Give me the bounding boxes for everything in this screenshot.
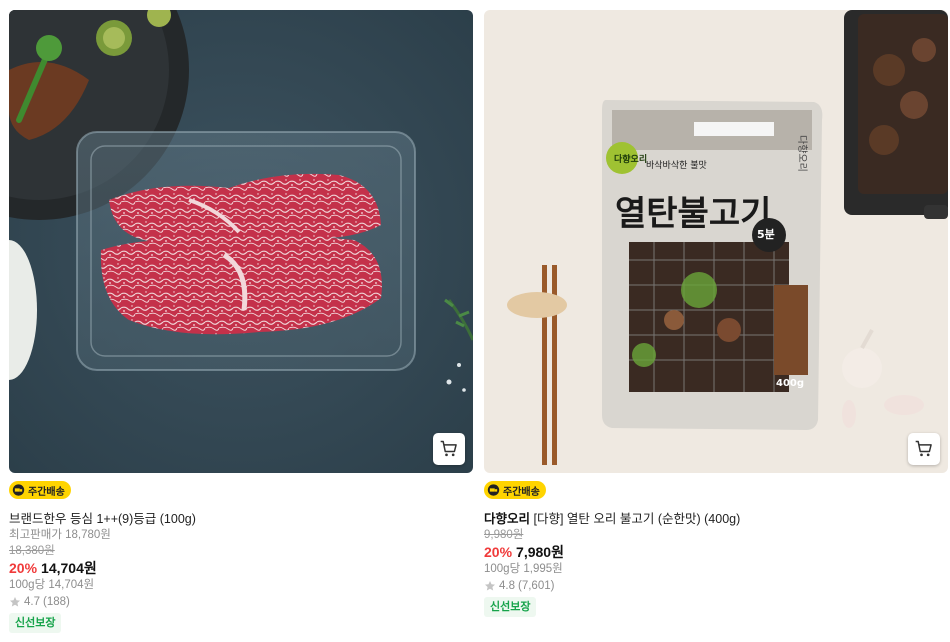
product-title[interactable]: 다향오리 [다향] 열탄 오리 불고기 (순한맛) (400g) <box>484 511 948 527</box>
price-row: 20% 14,704원 <box>9 559 473 577</box>
delivery-badge: 주간배송 <box>9 481 71 499</box>
product-image[interactable]: 다향오리 바삭바삭한 불맛 열탄불고기 5분 400g 다향오리 <box>484 10 948 473</box>
package-product-name: 열탄불고기 <box>615 194 771 234</box>
cart-icon <box>440 440 457 457</box>
sale-price: 14,704원 <box>41 560 97 576</box>
package-cook-time: 5분 <box>757 228 775 241</box>
discount-rate: 20% <box>9 560 38 576</box>
price-row: 20% 7,980원 <box>484 543 948 561</box>
unit-price: 100g당 14,704원 <box>9 579 95 591</box>
original-price: 9,980원 <box>484 529 524 541</box>
delivery-badge: 주간배송 <box>484 481 546 499</box>
package-weight: 400g <box>776 378 804 389</box>
delivery-badge-label: 주간배송 <box>28 486 65 498</box>
product-card-duck-bulgogi[interactable]: 다향오리 바삭바삭한 불맛 열탄불고기 5분 400g 다향오리 주간배송 다향… <box>484 10 948 617</box>
package-side-label: 다향오리 <box>796 135 808 172</box>
max-price-label: 최고판매가 18,780원 <box>9 529 111 541</box>
rating: 4.8 (7,601) <box>484 577 948 595</box>
add-to-cart-button[interactable] <box>908 433 940 465</box>
package-tagline: 바삭바삭한 불맛 <box>646 160 707 171</box>
brand-name[interactable]: 다향오리 <box>484 512 530 526</box>
product-card-hanwoo[interactable]: 주간배송 브랜드한우 등심 1++(9)등급 (100g) 최고판매가 18,7… <box>9 10 473 633</box>
cart-icon <box>915 440 932 457</box>
product-name[interactable]: [다향] 열탄 오리 불고기 (순한맛) (400g) <box>534 512 741 526</box>
add-to-cart-button[interactable] <box>433 433 465 465</box>
review-count: (188) <box>43 596 70 608</box>
star-icon <box>485 581 495 591</box>
rating-score: 4.8 <box>499 580 515 592</box>
delivery-badge-label: 주간배송 <box>503 486 540 498</box>
package-logo-text: 다향오리 <box>614 153 647 165</box>
fresh-guarantee-badge: 신선보장 <box>9 613 62 633</box>
sale-price: 7,980원 <box>516 544 564 560</box>
unit-price: 100g당 1,995원 <box>484 563 563 575</box>
beef-tray-illustration <box>9 10 473 473</box>
original-price: 18,380원 <box>9 545 55 557</box>
rating: 4.7 (188) <box>9 593 473 611</box>
star-icon <box>10 597 20 607</box>
product-title[interactable]: 브랜드한우 등심 1++(9)등급 (100g) <box>9 511 473 527</box>
product-grid: 주간배송 브랜드한우 등심 1++(9)등급 (100g) 최고판매가 18,7… <box>0 0 950 642</box>
truck-icon <box>487 484 500 496</box>
truck-icon <box>12 484 25 496</box>
discount-rate: 20% <box>484 544 513 560</box>
product-image[interactable] <box>9 10 473 473</box>
review-count: (7,601) <box>518 580 555 592</box>
rating-score: 4.7 <box>24 596 40 608</box>
fresh-guarantee-badge: 신선보장 <box>484 597 537 617</box>
duck-bulgogi-package-illustration: 다향오리 바삭바삭한 불맛 열탄불고기 5분 400g 다향오리 <box>484 10 948 473</box>
